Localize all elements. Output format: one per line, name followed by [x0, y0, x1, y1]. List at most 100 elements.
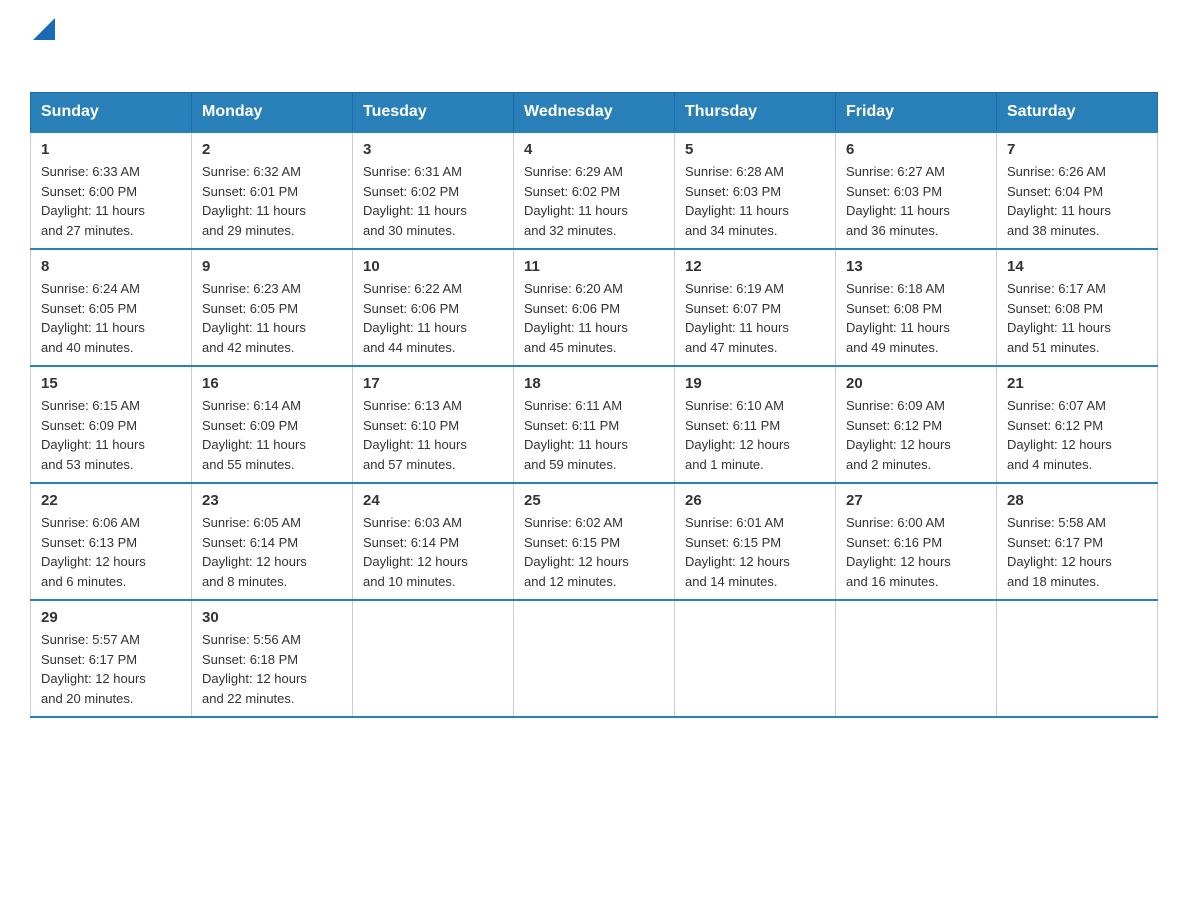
calendar-cell: 20 Sunrise: 6:09 AMSunset: 6:12 PMDaylig… — [836, 366, 997, 483]
calendar-cell — [353, 600, 514, 717]
day-number: 16 — [202, 375, 342, 392]
calendar-week-row: 22 Sunrise: 6:06 AMSunset: 6:13 PMDaylig… — [31, 483, 1158, 600]
calendar-cell: 1 Sunrise: 6:33 AMSunset: 6:00 PMDayligh… — [31, 132, 192, 249]
calendar-cell: 30 Sunrise: 5:56 AMSunset: 6:18 PMDaylig… — [192, 600, 353, 717]
col-header-monday: Monday — [192, 93, 353, 133]
day-info: Sunrise: 6:27 AMSunset: 6:03 PMDaylight:… — [846, 164, 950, 238]
calendar-cell: 6 Sunrise: 6:27 AMSunset: 6:03 PMDayligh… — [836, 132, 997, 249]
calendar-cell: 10 Sunrise: 6:22 AMSunset: 6:06 PMDaylig… — [353, 249, 514, 366]
calendar-cell: 4 Sunrise: 6:29 AMSunset: 6:02 PMDayligh… — [514, 132, 675, 249]
day-info: Sunrise: 6:17 AMSunset: 6:08 PMDaylight:… — [1007, 281, 1111, 355]
calendar-cell: 18 Sunrise: 6:11 AMSunset: 6:11 PMDaylig… — [514, 366, 675, 483]
col-header-saturday: Saturday — [997, 93, 1158, 133]
calendar-cell: 27 Sunrise: 6:00 AMSunset: 6:16 PMDaylig… — [836, 483, 997, 600]
calendar-cell: 17 Sunrise: 6:13 AMSunset: 6:10 PMDaylig… — [353, 366, 514, 483]
day-info: Sunrise: 6:07 AMSunset: 6:12 PMDaylight:… — [1007, 398, 1112, 472]
day-number: 29 — [41, 609, 181, 626]
calendar-cell: 13 Sunrise: 6:18 AMSunset: 6:08 PMDaylig… — [836, 249, 997, 366]
calendar-cell: 28 Sunrise: 5:58 AMSunset: 6:17 PMDaylig… — [997, 483, 1158, 600]
calendar-cell: 5 Sunrise: 6:28 AMSunset: 6:03 PMDayligh… — [675, 132, 836, 249]
day-number: 5 — [685, 141, 825, 158]
day-number: 11 — [524, 258, 664, 275]
calendar-cell: 19 Sunrise: 6:10 AMSunset: 6:11 PMDaylig… — [675, 366, 836, 483]
day-info: Sunrise: 6:28 AMSunset: 6:03 PMDaylight:… — [685, 164, 789, 238]
calendar-cell — [514, 600, 675, 717]
col-header-friday: Friday — [836, 93, 997, 133]
day-number: 8 — [41, 258, 181, 275]
day-info: Sunrise: 6:19 AMSunset: 6:07 PMDaylight:… — [685, 281, 789, 355]
col-header-thursday: Thursday — [675, 93, 836, 133]
day-number: 21 — [1007, 375, 1147, 392]
day-number: 22 — [41, 492, 181, 509]
calendar-cell: 2 Sunrise: 6:32 AMSunset: 6:01 PMDayligh… — [192, 132, 353, 249]
day-info: Sunrise: 6:10 AMSunset: 6:11 PMDaylight:… — [685, 398, 790, 472]
day-number: 19 — [685, 375, 825, 392]
day-info: Sunrise: 6:03 AMSunset: 6:14 PMDaylight:… — [363, 515, 468, 589]
col-header-sunday: Sunday — [31, 93, 192, 133]
day-info: Sunrise: 6:33 AMSunset: 6:00 PMDaylight:… — [41, 164, 145, 238]
page-header — [30, 20, 1158, 72]
calendar-cell: 16 Sunrise: 6:14 AMSunset: 6:09 PMDaylig… — [192, 366, 353, 483]
day-info: Sunrise: 6:24 AMSunset: 6:05 PMDaylight:… — [41, 281, 145, 355]
day-number: 10 — [363, 258, 503, 275]
calendar-cell: 8 Sunrise: 6:24 AMSunset: 6:05 PMDayligh… — [31, 249, 192, 366]
day-info: Sunrise: 5:58 AMSunset: 6:17 PMDaylight:… — [1007, 515, 1112, 589]
day-info: Sunrise: 6:20 AMSunset: 6:06 PMDaylight:… — [524, 281, 628, 355]
day-info: Sunrise: 6:11 AMSunset: 6:11 PMDaylight:… — [524, 398, 628, 472]
calendar-cell: 12 Sunrise: 6:19 AMSunset: 6:07 PMDaylig… — [675, 249, 836, 366]
day-number: 23 — [202, 492, 342, 509]
day-number: 12 — [685, 258, 825, 275]
calendar-cell: 21 Sunrise: 6:07 AMSunset: 6:12 PMDaylig… — [997, 366, 1158, 483]
day-number: 4 — [524, 141, 664, 158]
day-info: Sunrise: 6:01 AMSunset: 6:15 PMDaylight:… — [685, 515, 790, 589]
day-info: Sunrise: 6:06 AMSunset: 6:13 PMDaylight:… — [41, 515, 146, 589]
day-info: Sunrise: 6:22 AMSunset: 6:06 PMDaylight:… — [363, 281, 467, 355]
calendar-week-row: 29 Sunrise: 5:57 AMSunset: 6:17 PMDaylig… — [31, 600, 1158, 717]
day-info: Sunrise: 6:32 AMSunset: 6:01 PMDaylight:… — [202, 164, 306, 238]
day-info: Sunrise: 6:09 AMSunset: 6:12 PMDaylight:… — [846, 398, 951, 472]
day-info: Sunrise: 6:13 AMSunset: 6:10 PMDaylight:… — [363, 398, 467, 472]
day-info: Sunrise: 6:00 AMSunset: 6:16 PMDaylight:… — [846, 515, 951, 589]
day-number: 28 — [1007, 492, 1147, 509]
day-info: Sunrise: 6:29 AMSunset: 6:02 PMDaylight:… — [524, 164, 628, 238]
day-number: 7 — [1007, 141, 1147, 158]
calendar-cell — [997, 600, 1158, 717]
day-number: 2 — [202, 141, 342, 158]
day-number: 24 — [363, 492, 503, 509]
day-info: Sunrise: 6:14 AMSunset: 6:09 PMDaylight:… — [202, 398, 306, 472]
day-number: 13 — [846, 258, 986, 275]
day-info: Sunrise: 6:31 AMSunset: 6:02 PMDaylight:… — [363, 164, 467, 238]
calendar-cell — [675, 600, 836, 717]
calendar-table: SundayMondayTuesdayWednesdayThursdayFrid… — [30, 92, 1158, 718]
calendar-cell: 9 Sunrise: 6:23 AMSunset: 6:05 PMDayligh… — [192, 249, 353, 366]
day-number: 30 — [202, 609, 342, 626]
day-info: Sunrise: 6:18 AMSunset: 6:08 PMDaylight:… — [846, 281, 950, 355]
calendar-week-row: 15 Sunrise: 6:15 AMSunset: 6:09 PMDaylig… — [31, 366, 1158, 483]
day-number: 26 — [685, 492, 825, 509]
calendar-week-row: 1 Sunrise: 6:33 AMSunset: 6:00 PMDayligh… — [31, 132, 1158, 249]
day-info: Sunrise: 6:02 AMSunset: 6:15 PMDaylight:… — [524, 515, 629, 589]
day-number: 9 — [202, 258, 342, 275]
day-info: Sunrise: 6:15 AMSunset: 6:09 PMDaylight:… — [41, 398, 145, 472]
col-header-tuesday: Tuesday — [353, 93, 514, 133]
day-number: 6 — [846, 141, 986, 158]
calendar-cell: 22 Sunrise: 6:06 AMSunset: 6:13 PMDaylig… — [31, 483, 192, 600]
calendar-cell: 15 Sunrise: 6:15 AMSunset: 6:09 PMDaylig… — [31, 366, 192, 483]
day-number: 3 — [363, 141, 503, 158]
calendar-cell: 23 Sunrise: 6:05 AMSunset: 6:14 PMDaylig… — [192, 483, 353, 600]
day-info: Sunrise: 6:05 AMSunset: 6:14 PMDaylight:… — [202, 515, 307, 589]
day-number: 15 — [41, 375, 181, 392]
logo-triangle-icon — [33, 18, 55, 40]
logo — [30, 20, 55, 72]
calendar-cell: 14 Sunrise: 6:17 AMSunset: 6:08 PMDaylig… — [997, 249, 1158, 366]
day-info: Sunrise: 6:23 AMSunset: 6:05 PMDaylight:… — [202, 281, 306, 355]
calendar-week-row: 8 Sunrise: 6:24 AMSunset: 6:05 PMDayligh… — [31, 249, 1158, 366]
calendar-cell: 29 Sunrise: 5:57 AMSunset: 6:17 PMDaylig… — [31, 600, 192, 717]
day-number: 17 — [363, 375, 503, 392]
day-info: Sunrise: 5:57 AMSunset: 6:17 PMDaylight:… — [41, 632, 146, 706]
calendar-cell: 3 Sunrise: 6:31 AMSunset: 6:02 PMDayligh… — [353, 132, 514, 249]
day-number: 18 — [524, 375, 664, 392]
calendar-cell: 24 Sunrise: 6:03 AMSunset: 6:14 PMDaylig… — [353, 483, 514, 600]
day-number: 14 — [1007, 258, 1147, 275]
day-info: Sunrise: 5:56 AMSunset: 6:18 PMDaylight:… — [202, 632, 307, 706]
